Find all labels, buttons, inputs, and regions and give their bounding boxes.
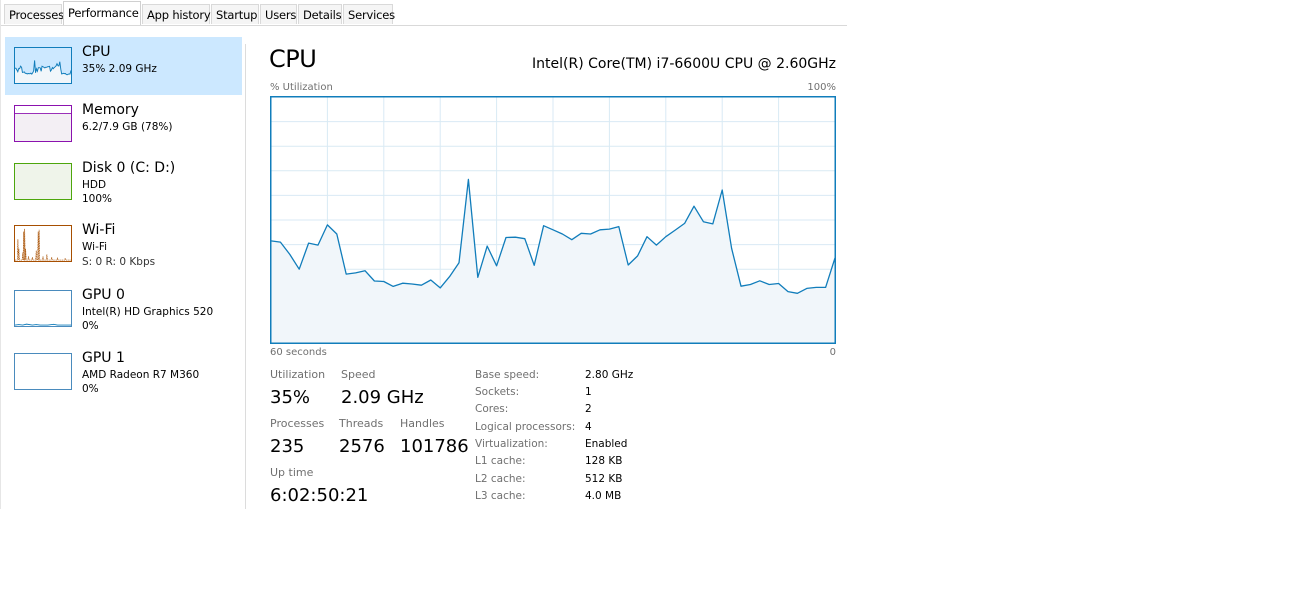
tab-app-history[interactable]: App history	[142, 4, 211, 24]
uptime-value: 6:02:50:21	[270, 485, 369, 506]
spec-value: 512 KB	[585, 473, 623, 485]
chart-x-min-label: 0	[829, 347, 836, 358]
spec-label: Sockets:	[475, 386, 520, 398]
spec-label: Base speed:	[475, 369, 540, 381]
spec-label: L1 cache:	[475, 455, 526, 467]
processes-value: 235	[270, 436, 305, 457]
sidebar-item-disk-0[interactable]: Disk 0 (C: D:) HDD 100%	[5, 153, 242, 211]
thumb-wifi-spikes	[15, 228, 71, 261]
tab-startup[interactable]: Startup	[211, 4, 259, 24]
thumb-area	[15, 60, 71, 83]
sidebar-item-type: HDD	[82, 179, 107, 191]
speed-label: Speed	[341, 368, 376, 381]
sidebar-item-detail: 0%	[82, 383, 99, 395]
sidebar-item-title: Memory	[82, 102, 139, 118]
sidebar-item-cpu[interactable]: CPU 35% 2.09 GHz	[5, 37, 242, 95]
spec-value: 128 KB	[585, 455, 623, 467]
sidebar-item-title: GPU 0	[82, 287, 125, 303]
sidebar-item-detail: S: 0 R: 0 Kbps	[82, 256, 156, 268]
sidebar-item-detail: 100%	[82, 193, 113, 205]
cpu-utilization-chart	[270, 96, 836, 344]
sidebar-item-title: Wi-Fi	[82, 222, 116, 238]
spec-value: 1	[585, 386, 592, 398]
tab-performance[interactable]: Performance	[63, 1, 141, 25]
spec-label: Logical processors:	[475, 421, 576, 433]
page-title: CPU	[269, 45, 317, 73]
chart-x-label: 60 seconds	[270, 347, 327, 358]
utilization-value: 35%	[270, 387, 311, 408]
sidebar-item-detail: 6.2/7.9 GB (78%)	[82, 121, 173, 133]
sidebar-item-title: GPU 1	[82, 350, 125, 366]
sidebar-item-title: CPU	[82, 44, 111, 60]
spec-label: L3 cache:	[475, 490, 526, 502]
spec-value: 2	[585, 403, 592, 415]
tab-users[interactable]: Users	[260, 4, 297, 24]
spec-label: Virtualization:	[475, 438, 548, 450]
processes-label: Processes	[270, 417, 325, 430]
sidebar-item-type: Wi-Fi	[82, 241, 108, 253]
tab-services[interactable]: Services	[343, 4, 395, 24]
uptime-label: Up time	[270, 466, 314, 479]
cpu-model-name: Intel(R) Core(TM) i7-6600U CPU @ 2.60GHz	[532, 56, 836, 72]
sidebar-item-detail: 35% 2.09 GHz	[82, 63, 157, 75]
chart-y-label: % Utilization	[270, 82, 333, 93]
cpu-graph-icon	[14, 47, 72, 84]
spec-value: 4.0 MB	[585, 490, 622, 502]
sidebar-item-gpu-1[interactable]: GPU 1 AMD Radeon R7 M360 0%	[5, 343, 242, 401]
tab-details[interactable]: Details	[298, 4, 342, 24]
handles-value: 101786	[400, 436, 469, 457]
task-manager-window: Processes Performance App history Startu…	[0, 0, 847, 509]
spec-label: L2 cache:	[475, 473, 526, 485]
tab-bar: Processes Performance App history Startu…	[1, 1, 847, 26]
sidebar-item-memory[interactable]: Memory 6.2/7.9 GB (78%)	[5, 95, 242, 153]
sidebar-item-title: Disk 0 (C: D:)	[82, 160, 176, 176]
sidebar-item-model: Intel(R) HD Graphics 520	[82, 306, 214, 318]
sidebar-item-detail: 0%	[82, 320, 99, 332]
chart-y-max-label: 100%	[807, 82, 836, 93]
disk-graph-icon	[14, 163, 72, 200]
threads-value: 2576	[339, 436, 385, 457]
gpu0-graph-icon	[14, 290, 72, 327]
tab-processes[interactable]: Processes	[4, 4, 64, 24]
spec-value: 2.80 GHz	[585, 369, 634, 381]
gpu1-graph-icon	[14, 353, 72, 390]
handles-label: Handles	[400, 417, 445, 430]
memory-graph-icon	[14, 105, 72, 142]
sidebar-item-model: AMD Radeon R7 M360	[82, 369, 200, 381]
spec-value: Enabled	[585, 438, 628, 450]
spec-value: 4	[585, 421, 592, 433]
wifi-graph-icon	[14, 225, 72, 262]
utilization-label: Utilization	[270, 368, 326, 381]
speed-value: 2.09 GHz	[341, 387, 424, 408]
sidebar-item-gpu-0[interactable]: GPU 0 Intel(R) HD Graphics 520 0%	[5, 280, 242, 338]
spec-label: Cores:	[475, 403, 509, 415]
sidebar-divider[interactable]	[245, 44, 246, 509]
sidebar-item-wifi[interactable]: Wi-Fi Wi-Fi S: 0 R: 0 Kbps	[5, 215, 242, 273]
threads-label: Threads	[339, 417, 384, 430]
